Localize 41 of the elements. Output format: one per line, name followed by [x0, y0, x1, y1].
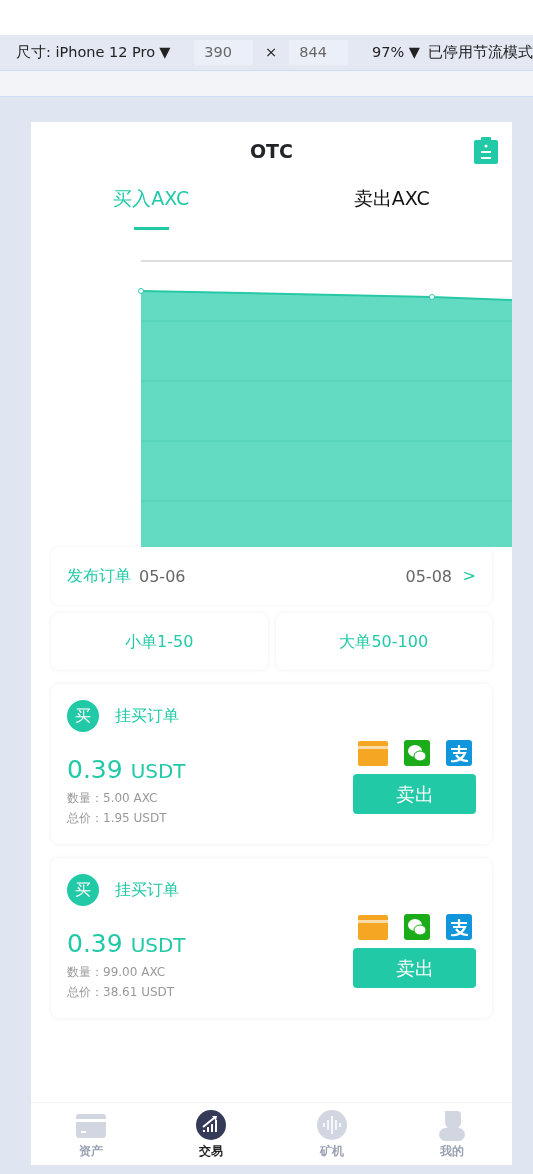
nav-tab[interactable]: 资产 [31, 1103, 152, 1165]
zoom-dropdown[interactable]: 97% ▼ [372, 41, 420, 64]
chevron-icon[interactable]: > [462, 564, 476, 588]
width-field[interactable]: 390 [194, 39, 254, 66]
filter-button[interactable]: 小单1-50 [51, 613, 268, 670]
card-icon [358, 914, 388, 940]
chat-icon [404, 740, 430, 766]
page-title: OTC [249, 138, 294, 164]
nav-tab[interactable]: 矿机 [271, 1103, 392, 1165]
payment-icon [446, 740, 472, 766]
nav-tab[interactable]: 我的 [391, 1103, 512, 1165]
times-sign: × [265, 42, 278, 62]
tab[interactable]: 卖出AXC [353, 180, 430, 230]
price: 0.39 USDT [67, 930, 186, 958]
nav-tab[interactable]: 交易 [151, 1103, 272, 1165]
total-text: 总价：1.95 USDT [67, 809, 168, 827]
chart-icon [194, 1108, 229, 1142]
publish-order-label: 发布订单 [67, 565, 131, 587]
order-title: 挂买订单 [115, 879, 179, 901]
tab[interactable]: 买入AXC [113, 180, 190, 230]
throttle-dropdown[interactable]: 已停用节流模式 [428, 41, 533, 64]
order-title: 挂买订单 [115, 705, 179, 727]
quantity-text: 数量：5.00 AXC [67, 789, 159, 807]
chat-icon [404, 914, 430, 940]
payment-icon [446, 914, 472, 940]
total-text: 总价：38.61 USDT [67, 983, 176, 1001]
filter-button[interactable]: 大单50-100 [275, 613, 492, 670]
height-field[interactable]: 844 [289, 39, 348, 66]
clipboard-icon[interactable] [474, 137, 498, 164]
price: 0.39 USDT [67, 756, 186, 784]
sound-wave-icon [314, 1108, 349, 1142]
card-icon [358, 740, 388, 766]
device-dropdown[interactable]: 尺寸: iPhone 12 Pro ▼ [16, 41, 171, 64]
axis-label: 05-08 [405, 566, 452, 588]
sell-button[interactable]: 卖出 [353, 948, 476, 988]
quantity-text: 数量：99.00 AXC [67, 963, 167, 981]
buy-badge: 买 [67, 700, 99, 732]
buy-badge: 买 [67, 874, 99, 906]
axis-label: 05-06 [139, 566, 186, 588]
publish-order-card[interactable]: 发布订单 > 05-06 05-08 [51, 547, 492, 605]
sell-button[interactable]: 卖出 [353, 774, 476, 814]
